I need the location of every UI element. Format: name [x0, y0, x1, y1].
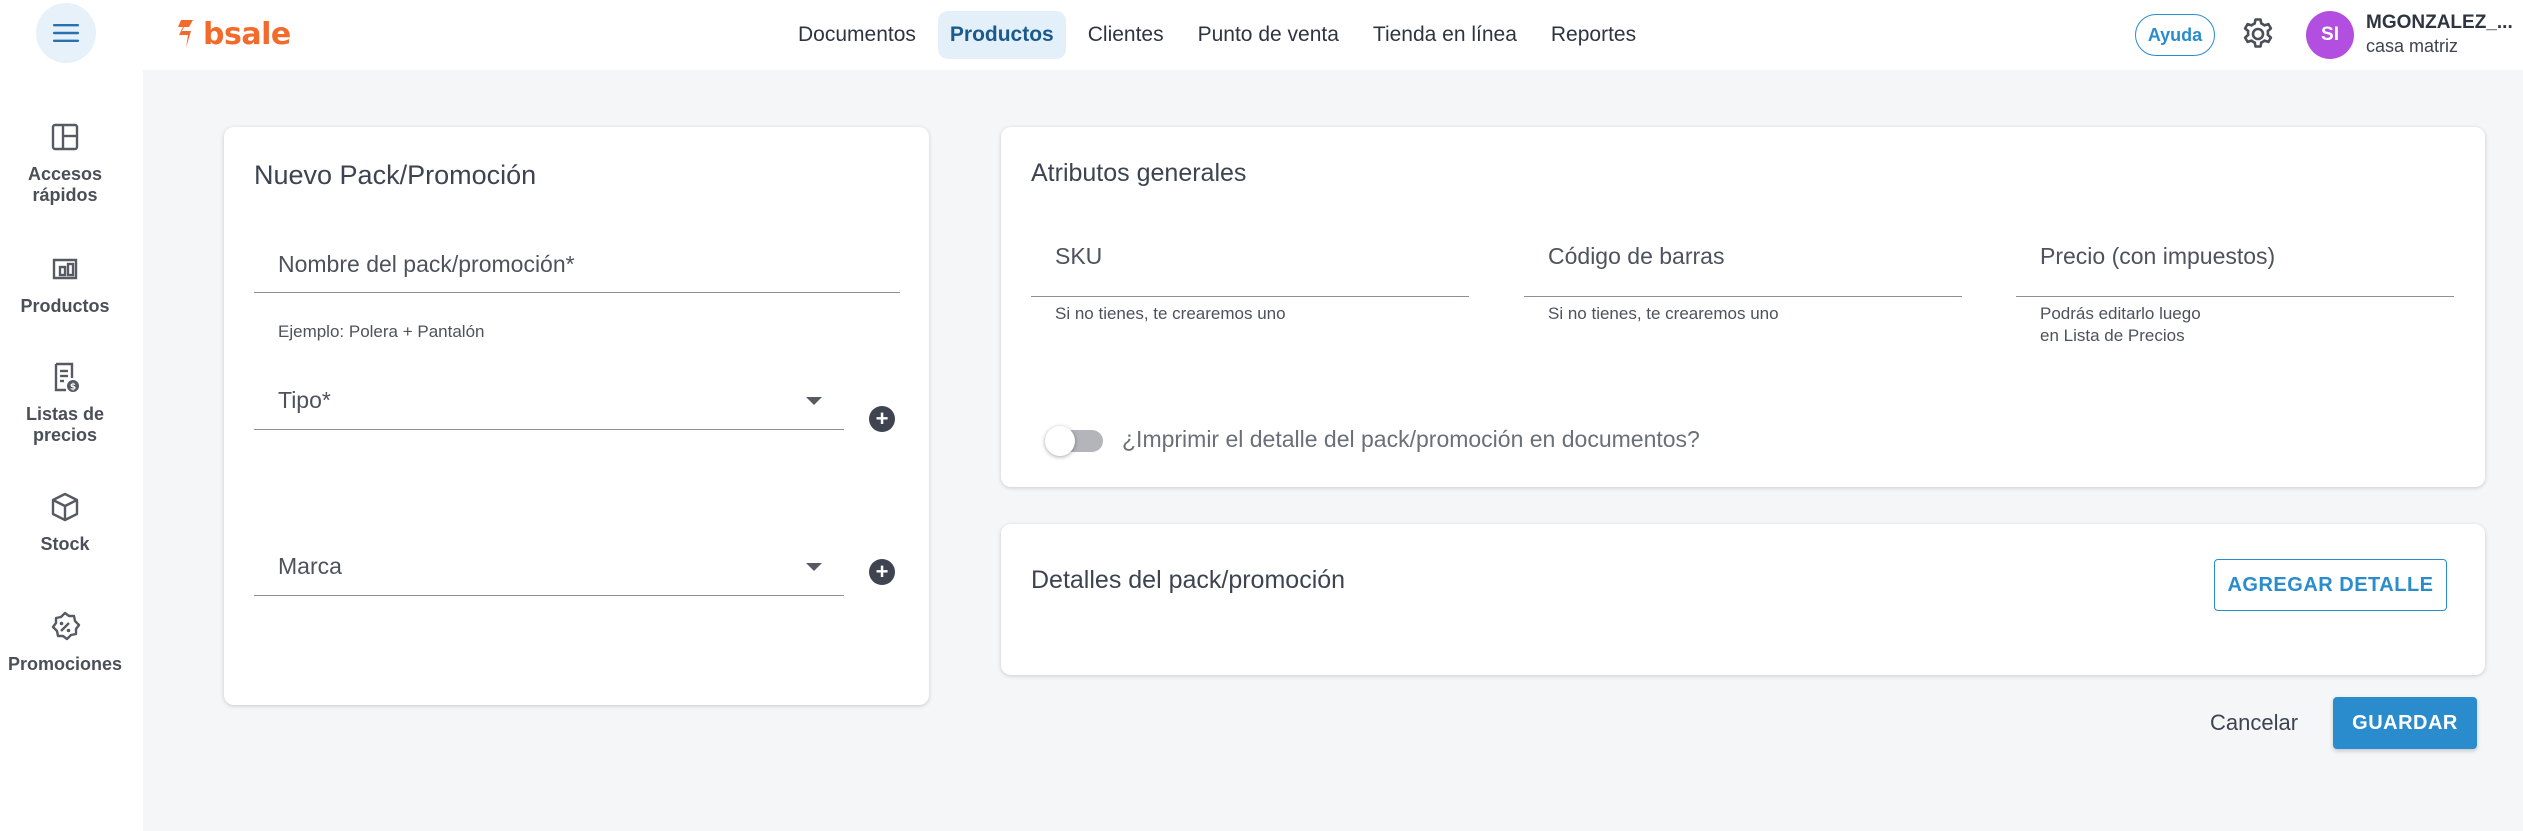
discount-icon	[51, 611, 81, 641]
pack-name-field[interactable]: Nombre del pack/promoción*	[254, 227, 900, 293]
brand-select[interactable]: Marca	[254, 533, 844, 596]
dashboard-icon	[51, 123, 79, 151]
sku-hint: Si no tienes, te crearemos uno	[1055, 304, 1286, 323]
bsale-logo[interactable]: bsale	[175, 14, 291, 54]
hamburger-menu-button[interactable]	[36, 3, 96, 63]
general-attributes-card: Atributos generales SKU Si no tienes, te…	[1001, 127, 2485, 487]
add-detail-button[interactable]: AGREGAR DETALLE	[2214, 559, 2447, 611]
toggle-knob	[1045, 426, 1075, 456]
main-nav: Documentos Productos Clientes Punto de v…	[786, 10, 1648, 60]
box-icon	[51, 492, 79, 522]
type-select[interactable]: Tipo*	[254, 367, 844, 430]
barcode-hint: Si no tienes, te crearemos uno	[1548, 304, 1779, 323]
sidebar-item-productos[interactable]: Productos	[0, 252, 130, 317]
user-branch: casa matriz	[2366, 36, 2459, 56]
bsale-logo-icon	[178, 20, 193, 48]
add-brand-icon[interactable]: +	[869, 559, 895, 585]
sidebar-item-label: Productos	[20, 296, 110, 316]
price-hint-line2: en Lista de Precios	[2040, 326, 2185, 345]
nav-tienda-en-linea[interactable]: Tienda en línea	[1361, 11, 1529, 59]
nav-punto-de-venta[interactable]: Punto de venta	[1186, 11, 1351, 59]
user-avatar[interactable]: SI	[2306, 11, 2354, 59]
logo-text: bsale	[203, 16, 291, 52]
sidebar: Accesos rápidos Productos $ Listas de pr…	[0, 70, 143, 831]
cancel-button[interactable]: Cancelar	[2210, 710, 2298, 736]
type-label: Tipo*	[278, 387, 331, 413]
pack-details-title: Detalles del pack/promoción	[1031, 566, 1346, 594]
nav-productos[interactable]: Productos	[937, 11, 1066, 59]
sidebar-item-label: rápidos	[32, 185, 98, 205]
save-button[interactable]: GUARDAR	[2333, 697, 2477, 749]
pack-name-hint: Ejemplo: Polera + Pantalón	[278, 322, 485, 341]
sidebar-item-accesos-rapidos[interactable]: Accesos rápidos	[0, 120, 130, 206]
nav-reportes[interactable]: Reportes	[1539, 11, 1648, 59]
nav-clientes[interactable]: Clientes	[1076, 11, 1176, 59]
price-list-icon: $	[54, 362, 79, 393]
user-name[interactable]: MGONZALEZ_...	[2366, 12, 2516, 34]
barcode-field[interactable]: Código de barras	[1524, 227, 1962, 297]
sidebar-item-label: Listas de	[25, 404, 105, 424]
general-attributes-title: Atributos generales	[1031, 159, 1247, 187]
new-pack-title: Nuevo Pack/Promoción	[254, 160, 537, 190]
chevron-down-icon	[806, 397, 822, 405]
chevron-down-icon	[806, 563, 822, 571]
print-detail-label: ¿Imprimir el detalle del pack/promoción …	[1122, 426, 1700, 452]
price-hint-line1: Podrás editarlo luego	[2040, 304, 2201, 323]
sidebar-item-label: Accesos	[27, 164, 103, 184]
sidebar-item-promociones[interactable]: Promociones	[0, 610, 130, 675]
sidebar-item-label: Promociones	[7, 654, 123, 674]
sidebar-item-stock[interactable]: Stock	[0, 490, 130, 555]
barcode-label: Código de barras	[1548, 243, 1725, 269]
top-bar: bsale Documentos Productos Clientes Punt…	[0, 0, 2523, 70]
new-pack-card: Nuevo Pack/Promoción Nombre del pack/pro…	[224, 127, 929, 705]
gear-icon[interactable]	[2240, 16, 2276, 52]
price-field[interactable]: Precio (con impuestos)	[2016, 227, 2454, 297]
sidebar-item-label: precios	[32, 425, 98, 445]
help-button[interactable]: Ayuda	[2135, 14, 2215, 56]
brand-label: Marca	[278, 553, 342, 579]
products-icon	[52, 258, 78, 280]
svg-text:$: $	[70, 383, 76, 393]
print-detail-toggle[interactable]	[1045, 426, 1103, 456]
add-type-icon[interactable]: +	[869, 406, 895, 432]
sku-field[interactable]: SKU	[1031, 227, 1469, 297]
sku-label: SKU	[1055, 243, 1103, 269]
menu-icon	[53, 24, 79, 42]
nav-documentos[interactable]: Documentos	[786, 11, 928, 59]
sidebar-item-listas-de-precios[interactable]: $ Listas de precios	[0, 360, 130, 446]
sidebar-item-label: Stock	[40, 534, 90, 554]
pack-name-label: Nombre del pack/promoción*	[278, 251, 575, 277]
pack-details-card: Detalles del pack/promoción AGREGAR DETA…	[1001, 524, 2485, 675]
price-label: Precio (con impuestos)	[2040, 243, 2276, 269]
